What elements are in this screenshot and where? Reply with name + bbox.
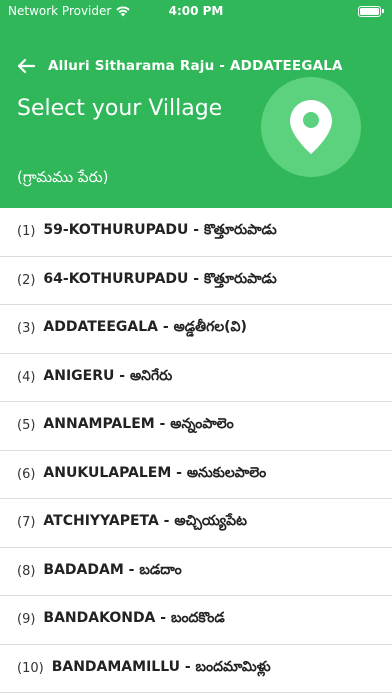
carrier-label: Network Provider (8, 4, 112, 18)
battery-fill (360, 7, 379, 15)
list-item[interactable]: (5) ANNAMPALEM - అన్నంపాలెం (0, 402, 392, 451)
nav-title: Alluri Sitharama Raju - ADDATEEGALA (48, 58, 343, 74)
item-village-name: ANNAMPALEM - అన్నంపాలెం (43, 416, 234, 433)
item-village-name: ANIGERU - అనిగేరు (43, 367, 173, 384)
list-item[interactable]: (6) ANUKULAPALEM - అనుకులపాలెం (0, 451, 392, 499)
item-number: (8) (17, 563, 36, 579)
item-number: (9) (17, 612, 36, 628)
list-item[interactable]: (1) 59-KOTHURUPADU - కొత్తూరుపాడు (0, 208, 392, 257)
list-item[interactable]: (9) BANDAKONDA - బందకొండ (0, 596, 392, 645)
item-number: (2) (17, 272, 36, 288)
header: Alluri Sitharama Raju - ADDATEEGALA Sele… (0, 22, 392, 208)
battery-icon (358, 5, 384, 17)
list-item[interactable]: (4) ANIGERU - అనిగేరు (0, 354, 392, 402)
item-village-name: ANUKULAPALEM - అనుకులపాలెం (43, 464, 267, 481)
item-village-name: ATCHIYYAPETA - అచ్చియ్యపేట (43, 513, 247, 530)
item-number: (4) (17, 369, 36, 385)
item-village-name: 59-KOTHURUPADU - కొత్తూరుపాడు (43, 222, 277, 239)
wifi-icon (116, 5, 131, 16)
list-item[interactable]: (7) ATCHIYYAPETA - అచ్చియ్యపేట (0, 499, 392, 548)
page-subtitle: (గ్రామము పేరు) (17, 168, 109, 186)
list-item[interactable]: (10) BANDAMAMILLU - బందమామిళ్లు (0, 645, 392, 693)
item-number: (7) (17, 515, 36, 531)
list-item[interactable]: (3) ADDATEEGALA - అడ్డతీగల(వి) (0, 305, 392, 354)
status-left: Network Provider (8, 4, 131, 18)
list-item[interactable]: (8) BADADAM - బడదాం (0, 548, 392, 596)
item-village-name: BANDAMAMILLU - బందమామిళ్లు (51, 658, 271, 675)
page-title: Select your Village (17, 96, 223, 121)
arrow-left-icon (17, 58, 36, 74)
item-village-name: ADDATEEGALA - అడ్డతీగల(వి) (43, 319, 247, 336)
nav-row: Alluri Sitharama Raju - ADDATEEGALA (0, 50, 392, 82)
status-bar: Network Provider 4:00 PM (0, 0, 392, 22)
location-badge (261, 77, 361, 177)
location-pin-icon (290, 100, 332, 154)
village-list: (1) 59-KOTHURUPADU - కొత్తూరుపాడు (2) 64-KO… (0, 208, 392, 693)
item-number: (6) (17, 466, 36, 482)
item-number: (5) (17, 418, 36, 434)
item-number: (3) (17, 321, 36, 337)
item-number: (10) (17, 660, 44, 676)
item-village-name: 64-KOTHURUPADU - కొత్తూరుపాడు (43, 270, 277, 287)
back-button[interactable] (4, 50, 48, 82)
list-item[interactable]: (2) 64-KOTHURUPADU - కొత్తూరుపాడు (0, 257, 392, 305)
item-village-name: BADADAM - బడదాం (43, 561, 182, 578)
item-village-name: BANDAKONDA - బందకొండ (43, 610, 225, 627)
item-number: (1) (17, 224, 36, 240)
